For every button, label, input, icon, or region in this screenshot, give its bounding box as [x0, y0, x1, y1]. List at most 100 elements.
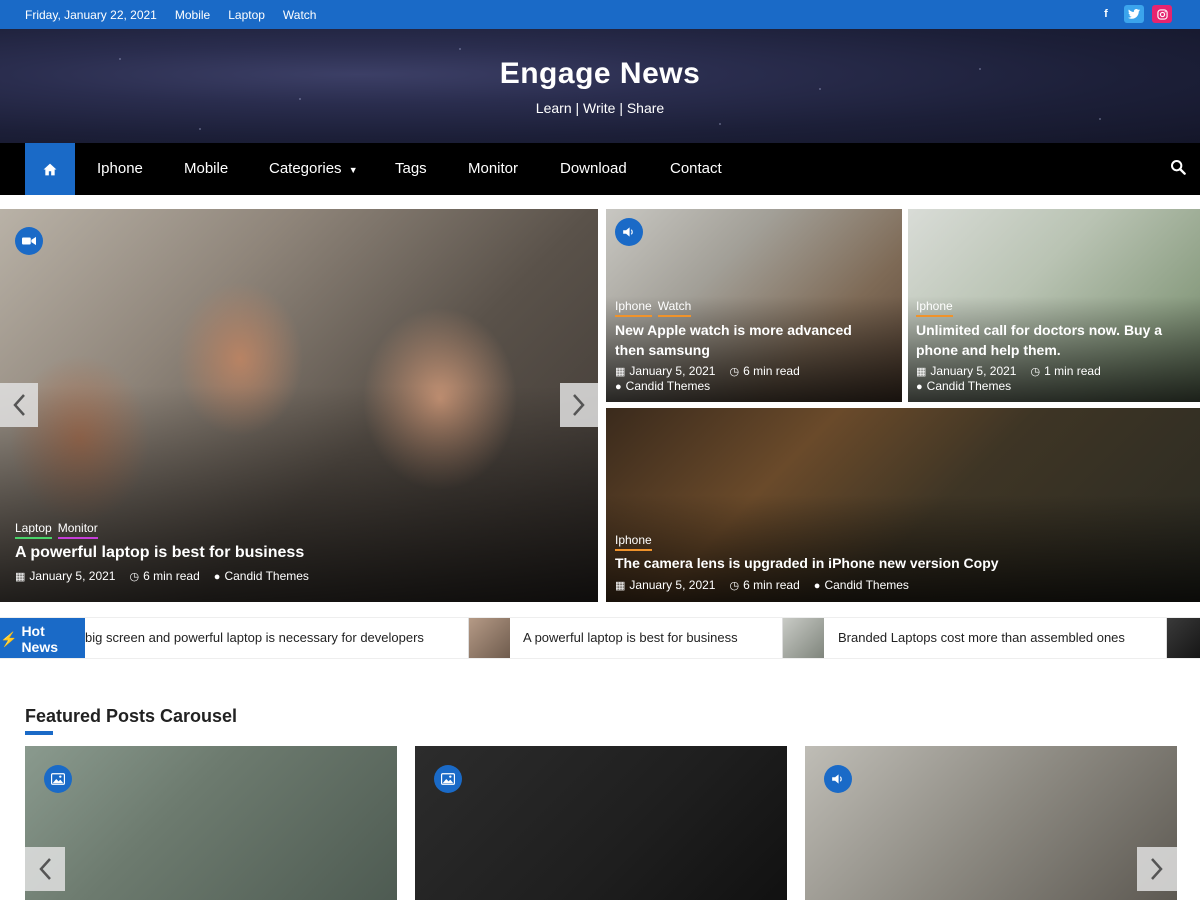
hot-news-label: ⚡ Hot News: [0, 618, 85, 658]
carousel-next-button[interactable]: [1137, 847, 1177, 891]
main-nav: Iphone Mobile Categories ▼ Tags Monitor …: [0, 143, 1200, 195]
card-meta-date: ▦ January 5, 2021 ◷ 1 min read: [916, 364, 1101, 378]
card-meta-author: ● Candid Themes: [615, 379, 710, 393]
clock-icon: ◷: [1030, 366, 1041, 378]
clock-icon: ◷: [729, 366, 740, 378]
slide-meta: ▦ January 5, 2021 ◷ 6 min read ● Candid The…: [15, 569, 309, 583]
slider-next-button[interactable]: [560, 383, 598, 427]
user-icon: ●: [813, 580, 821, 592]
main-slider[interactable]: Laptop Monitor A powerful laptop is best…: [0, 209, 598, 602]
user-icon: ●: [615, 381, 622, 393]
site-title[interactable]: Engage News: [0, 57, 1200, 91]
image-icon: [44, 765, 72, 793]
ticker-item[interactable]: A powerful laptop is best for business: [523, 630, 738, 645]
facebook-icon[interactable]: f: [1096, 5, 1116, 23]
card-meta-author: ● Candid Themes: [916, 379, 1011, 393]
nav-item-download[interactable]: Download: [560, 143, 627, 195]
current-date: Friday, January 22, 2021: [25, 7, 157, 22]
nav-item-contact[interactable]: Contact: [670, 143, 722, 195]
calendar-icon: ▦: [615, 580, 626, 592]
clock-icon: ◷: [729, 580, 740, 592]
twitter-icon[interactable]: [1124, 5, 1144, 23]
nav-item-categories[interactable]: Categories ▼: [269, 143, 358, 195]
video-icon: [15, 227, 43, 255]
hot-news-ticker: ⚡ Hot News big screen and powerful lapto…: [0, 617, 1200, 659]
nav-item-tags[interactable]: Tags: [395, 143, 427, 195]
category-tag[interactable]: Watch: [657, 299, 692, 317]
category-tag[interactable]: Laptop: [15, 521, 52, 539]
section-title-underline: [25, 731, 53, 735]
nav-item-iphone[interactable]: Iphone: [97, 143, 143, 195]
top-bar: Friday, January 22, 2021 Mobile Laptop W…: [0, 0, 1200, 29]
instagram-icon[interactable]: [1152, 5, 1172, 23]
post-author[interactable]: Candid Themes: [824, 578, 909, 592]
home-button[interactable]: [25, 143, 75, 195]
calendar-icon: ▦: [615, 366, 626, 378]
caret-down-icon: ▼: [348, 165, 358, 175]
featured-card[interactable]: [415, 746, 787, 900]
card-categories: Iphone: [615, 533, 652, 551]
user-icon: ●: [916, 381, 923, 393]
top-link-mobile[interactable]: Mobile: [175, 8, 210, 22]
read-time: 1 min read: [1044, 364, 1101, 378]
audio-icon: [824, 765, 852, 793]
site-header: Engage News Learn | Write | Share: [0, 29, 1200, 143]
chevron-left-icon: [13, 394, 25, 416]
featured-card[interactable]: [805, 746, 1177, 900]
ticker-item[interactable]: Branded Laptops cost more than assembled…: [838, 630, 1125, 645]
top-link-laptop[interactable]: Laptop: [228, 8, 265, 22]
nav-item-mobile[interactable]: Mobile: [184, 143, 228, 195]
post-author[interactable]: Candid Themes: [224, 569, 309, 583]
slider-prev-button[interactable]: [0, 383, 38, 427]
ticker-item[interactable]: big screen and powerful laptop is necess…: [85, 630, 424, 645]
slide-categories: Laptop Monitor: [15, 521, 98, 539]
section-title: Featured Posts Carousel: [25, 706, 238, 726]
nav-item-monitor[interactable]: Monitor: [468, 143, 518, 195]
card-title[interactable]: Unlimited call for doctors now. Buy a ph…: [916, 320, 1192, 360]
post-card[interactable]: Iphone Unlimited call for doctors now. B…: [908, 209, 1200, 402]
post-card[interactable]: Iphone The camera lens is upgraded in iP…: [606, 408, 1200, 602]
card-meta-date: ▦ January 5, 2021 ◷ 6 min read: [615, 364, 800, 378]
carousel-prev-button[interactable]: [25, 847, 65, 891]
top-link-watch[interactable]: Watch: [283, 8, 317, 22]
calendar-icon: ▦: [15, 571, 26, 583]
bolt-icon: ⚡: [0, 630, 18, 647]
slide-title[interactable]: A powerful laptop is best for business: [15, 543, 304, 563]
card-title[interactable]: The camera lens is upgraded in iPhone ne…: [615, 553, 1175, 573]
category-tag[interactable]: Iphone: [916, 299, 953, 317]
nav-item-categories-label: Categories: [269, 160, 342, 177]
social-links: f: [1096, 5, 1172, 23]
featured-card[interactable]: [25, 746, 397, 900]
post-author[interactable]: Candid Themes: [927, 379, 1012, 393]
calendar-icon: ▦: [916, 366, 927, 378]
card-categories: Iphone Watch: [615, 299, 692, 317]
ticker-thumbnail[interactable]: [1166, 618, 1200, 658]
image-icon: [434, 765, 462, 793]
post-date: January 5, 2021: [930, 364, 1017, 378]
category-tag[interactable]: Monitor: [57, 521, 98, 539]
read-time: 6 min read: [143, 569, 200, 583]
site-tagline: Learn | Write | Share: [535, 100, 665, 116]
ticker-thumbnail[interactable]: [782, 618, 824, 658]
post-date: January 5, 2021: [629, 578, 716, 592]
post-card[interactable]: Iphone Watch New Apple watch is more adv…: [606, 209, 902, 402]
chevron-right-icon: [573, 394, 585, 416]
hot-news-label-text: Hot News: [21, 623, 59, 655]
category-tag[interactable]: Iphone: [615, 533, 652, 551]
ticker-thumbnail[interactable]: [468, 618, 510, 658]
card-categories: Iphone: [916, 299, 953, 317]
chevron-left-icon: [39, 858, 51, 880]
read-time: 6 min read: [743, 364, 800, 378]
user-icon: ●: [213, 571, 221, 583]
search-icon[interactable]: [1170, 159, 1190, 179]
audio-icon: [615, 218, 643, 246]
post-date: January 5, 2021: [629, 364, 716, 378]
post-author[interactable]: Candid Themes: [626, 379, 711, 393]
chevron-right-icon: [1151, 858, 1163, 880]
card-title[interactable]: New Apple watch is more advanced then sa…: [615, 320, 885, 360]
clock-icon: ◷: [129, 571, 140, 583]
category-tag[interactable]: Iphone: [615, 299, 652, 317]
home-icon: [43, 163, 57, 175]
post-date: January 5, 2021: [29, 569, 116, 583]
card-meta: ▦ January 5, 2021 ◷ 6 min read ● Candid The…: [615, 578, 909, 592]
